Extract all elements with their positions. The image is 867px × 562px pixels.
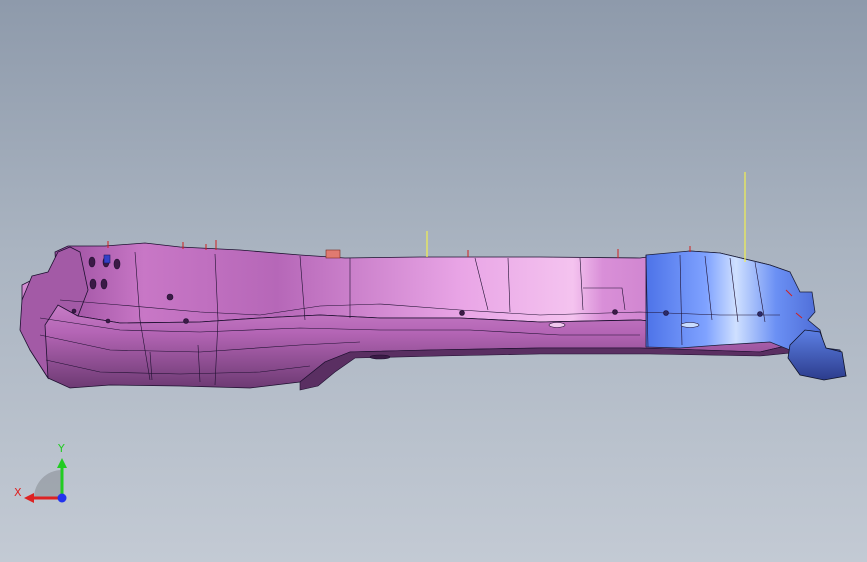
- graphics-viewport[interactable]: Y X: [0, 0, 867, 562]
- axis-y-label: Y: [58, 442, 65, 455]
- triad-z-axis: [57, 493, 67, 503]
- triad-y-arrowhead: [57, 458, 67, 468]
- cad-model-view[interactable]: [0, 0, 867, 562]
- coordinate-triad: [24, 458, 67, 503]
- triad-plane-indicator: [34, 470, 62, 498]
- part-underside[interactable]: [299, 344, 801, 391]
- datum-lines: [426, 172, 746, 262]
- axis-x-label: X: [14, 486, 22, 499]
- triad-x-arrowhead: [24, 493, 34, 503]
